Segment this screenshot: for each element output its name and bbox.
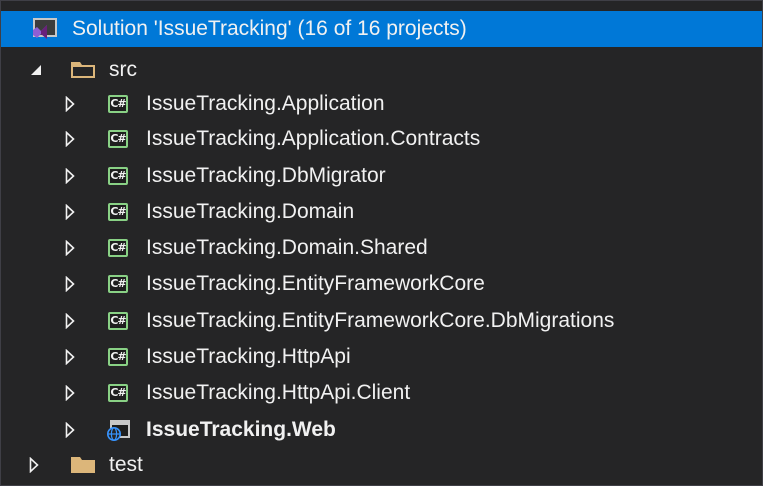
expanded-caret-icon[interactable] <box>29 61 43 79</box>
project-node[interactable]: C# IssueTracking.HttpApi <box>1 339 762 375</box>
project-node-web[interactable]: IssueTracking.Web <box>1 412 762 448</box>
project-label: IssueTracking.HttpApi.Client <box>146 381 411 404</box>
project-node[interactable]: C# IssueTracking.DbMigrator <box>1 158 762 194</box>
csharp-project-icon: C# <box>108 95 128 113</box>
project-label: IssueTracking.Application <box>146 92 385 115</box>
project-node[interactable]: C# IssueTracking.Application.Contracts <box>1 121 762 157</box>
project-node[interactable]: C# IssueTracking.Domain <box>1 194 762 230</box>
project-label: IssueTracking.EntityFrameworkCore.DbMigr… <box>146 309 615 332</box>
folder-node-src[interactable]: src <box>1 52 762 88</box>
collapsed-caret-icon[interactable] <box>63 312 77 330</box>
collapsed-caret-icon[interactable] <box>63 167 77 185</box>
folder-open-icon <box>69 60 99 80</box>
project-label: IssueTracking.HttpApi <box>146 345 351 368</box>
csharp-project-icon: C# <box>108 384 128 402</box>
collapsed-caret-icon[interactable] <box>63 275 77 293</box>
project-label: IssueTracking.Domain.Shared <box>146 236 428 259</box>
project-label: IssueTracking.Application.Contracts <box>146 127 481 150</box>
project-node[interactable]: C# IssueTracking.EntityFrameworkCore.DbM… <box>1 303 762 339</box>
project-node[interactable]: C# IssueTracking.HttpApi.Client <box>1 375 762 411</box>
project-label: IssueTracking.Web <box>146 418 336 441</box>
solution-explorer-tree: Solution 'IssueTracking' (16 of 16 proje… <box>0 0 763 486</box>
csharp-project-icon: C# <box>108 203 128 221</box>
csharp-project-icon: C# <box>108 167 128 185</box>
web-project-icon <box>105 419 133 441</box>
csharp-project-icon: C# <box>108 312 128 330</box>
collapsed-caret-icon[interactable] <box>63 95 77 113</box>
collapsed-caret-icon[interactable] <box>27 456 41 474</box>
folder-label-test: test <box>109 453 143 476</box>
csharp-project-icon: C# <box>108 348 128 366</box>
project-label: IssueTracking.Domain <box>146 200 355 223</box>
project-node[interactable]: C# IssueTracking.Domain.Shared <box>1 230 762 266</box>
project-node[interactable]: C# IssueTracking.EntityFrameworkCore <box>1 266 762 302</box>
project-node[interactable]: C# IssueTracking.Application <box>1 86 762 122</box>
collapsed-caret-icon[interactable] <box>63 421 77 439</box>
folder-node-test[interactable]: test <box>1 447 762 483</box>
solution-node[interactable]: Solution 'IssueTracking' (16 of 16 proje… <box>1 11 762 47</box>
collapsed-caret-icon[interactable] <box>63 239 77 257</box>
csharp-project-icon: C# <box>108 239 128 257</box>
collapsed-caret-icon[interactable] <box>63 348 77 366</box>
project-label: IssueTracking.DbMigrator <box>146 164 386 187</box>
visual-studio-solution-icon <box>31 17 59 41</box>
csharp-project-icon: C# <box>108 275 128 293</box>
project-label: IssueTracking.EntityFrameworkCore <box>146 272 485 295</box>
collapsed-caret-icon[interactable] <box>63 384 77 402</box>
collapsed-caret-icon[interactable] <box>63 130 77 148</box>
folder-label-src: src <box>109 58 137 81</box>
collapsed-caret-icon[interactable] <box>63 203 77 221</box>
solution-label: Solution 'IssueTracking' (16 of 16 proje… <box>72 17 467 40</box>
csharp-project-icon: C# <box>108 130 128 148</box>
folder-icon <box>69 455 99 475</box>
